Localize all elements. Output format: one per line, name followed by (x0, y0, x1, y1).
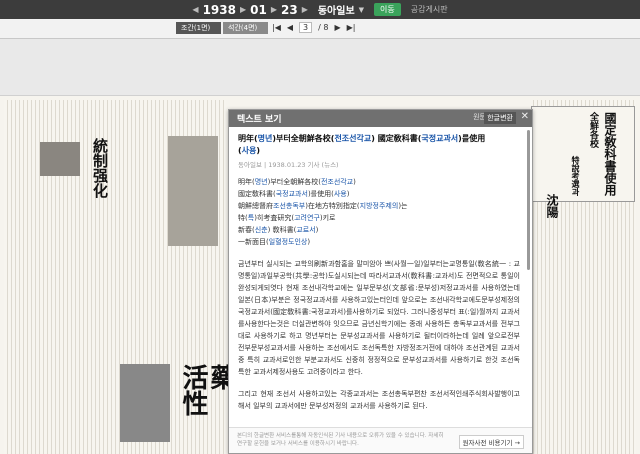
headline: 沈陽 (545, 194, 559, 218)
subheading-line: 國定敎科書(국정교과서)를使用(사용) (238, 188, 520, 200)
text: 特( (238, 214, 248, 222)
advert-image (120, 364, 170, 442)
headline: 特說考選과 (571, 156, 581, 196)
prev-page-icon[interactable]: ◀ (287, 23, 293, 32)
title-part: ) (256, 146, 261, 155)
last-page-icon[interactable]: ▶| (347, 23, 356, 32)
day-value[interactable]: 23 (281, 3, 298, 17)
text: 明年( (238, 178, 255, 186)
subheading-line: 朝鮮總督府조선총독부)在地方特別指定(지방정주제의)는 (238, 200, 520, 212)
text-view-dialog: 텍스트 보기 원문 한글변환 ✕ 明年(명년)부터全朝鮮各校(전조선각교) 國定… (228, 109, 533, 454)
prev-year-arrow-icon[interactable]: ◀ (192, 5, 198, 14)
title-part: 明年( (238, 134, 258, 143)
month-arrow-icon[interactable]: ▶ (271, 5, 277, 14)
text: 전조선각교 (320, 178, 354, 186)
dialog-body: 明年(명년)부터全朝鮮各校(전조선각교) 國定敎科書(국정교과서)를使用 (사용… (229, 127, 532, 427)
korean-convert-button[interactable]: 한글변환 (484, 112, 516, 124)
dialog-title: 텍스트 보기 (237, 115, 282, 125)
text: )히考査研究( (254, 214, 295, 222)
text: 國定敎科書( (238, 190, 276, 198)
footer-note: 본디의 한글변환 서비스를통해 자동인식된 기사 내용으로 오류가 있을 수 있… (237, 433, 444, 447)
title-part: ) 國定敎科書( (371, 134, 422, 143)
dialog-header: 텍스트 보기 원문 한글변환 ✕ (229, 110, 532, 127)
article-title: 明年(명년)부터全朝鮮各校(전조선각교) 國定敎科書(국정교과서)를使用 (사용… (238, 133, 520, 157)
dropdown-icon[interactable]: ▼ (359, 6, 364, 14)
text: 조선총독부 (273, 202, 306, 210)
newspaper-select[interactable]: 동아일보 (318, 2, 355, 17)
page-toolbar: 조간(1면) 석간(4면) |◀ ◀ 3 / 8 ▶ ▶| (0, 19, 640, 39)
community-link[interactable]: 공감게시판 (411, 4, 448, 15)
day-arrow-icon[interactable]: ▶ (302, 5, 308, 14)
text: 일혈정도인상 (268, 238, 308, 246)
title-part: 국정교과서 (421, 134, 459, 143)
text: 명년 (254, 178, 268, 186)
subheading-line: 新春(신춘) 敎科書(교료서) (238, 224, 520, 236)
text: 고려연구 (294, 214, 320, 222)
text: ) 敎科書( (267, 226, 297, 234)
text: )는 (398, 202, 408, 210)
headline: 全鮮各校 (588, 112, 598, 148)
text: 사용 (333, 190, 347, 198)
total-pages: / 8 (318, 23, 329, 32)
text: 新春( (238, 226, 255, 234)
tab-morning-edition[interactable]: 조간(1면) (176, 22, 221, 34)
text: ) (346, 190, 350, 198)
news-photo (40, 142, 80, 176)
subheading-line: 特(특)히考査研究(고려연구)키로 (238, 212, 520, 224)
title-part: )부터全朝鮮各校( (272, 134, 335, 143)
dialog-scrollbar[interactable] (527, 130, 530, 270)
next-year-arrow-icon[interactable]: ▶ (240, 5, 246, 14)
text: )在地方特別指定( (305, 202, 360, 210)
top-nav-bar: ◀ 1938 ▶ 01 ▶ 23 ▶ 동아일보 ▼ 이동 공감게시판 (0, 0, 640, 19)
text: 교료서 (296, 226, 316, 234)
footer-action-button[interactable]: 원자사전 비용기기 → (458, 435, 524, 449)
title-part: 전조선각교 (334, 134, 372, 143)
text: 국정교과서 (275, 190, 308, 198)
text: 지방정주제의 (359, 202, 399, 210)
dialog-footer: 본디의 한글변환 서비스를통해 자동인식된 기사 내용으로 오류가 있을 수 있… (229, 427, 532, 453)
text: ) (353, 178, 356, 186)
thumbnail-area (0, 40, 640, 96)
title-part: 사용 (241, 146, 257, 155)
text: ) (307, 238, 311, 246)
close-icon[interactable]: ✕ (521, 111, 529, 122)
subheading-line: 一新面目(일혈정도인상) (238, 236, 520, 248)
title-part: 명년 (257, 134, 273, 143)
text: 一新面目( (238, 238, 269, 246)
article-meta: 동아일보 | 1938.01.23 기사 (뉴스) (238, 161, 339, 169)
text: 신춘 (254, 226, 268, 234)
tab-evening-edition[interactable]: 석간(4면) (223, 22, 268, 34)
text: )부터全朝鮮各校( (267, 178, 321, 186)
text: )키로 (319, 214, 336, 222)
text: )를使用( (307, 190, 334, 198)
subheading-line: 明年(명년)부터全朝鮮各校(전조선각교) (238, 176, 520, 188)
highlighted-article[interactable] (531, 106, 635, 202)
year-value: 1938 (202, 2, 236, 17)
article-paragraph: 그리고 현재 조선서 사용하고있는 각종교과서는 조선총독부편찬 조선서적인쇄주… (238, 390, 520, 410)
text: 朝鮮總督府 (238, 202, 273, 210)
headline: 國定敎科書使用 (603, 112, 617, 196)
headline: 活性 (178, 364, 208, 416)
headline: 統制强化 (91, 138, 109, 198)
go-button[interactable]: 이동 (374, 3, 401, 16)
page-pager: |◀ ◀ 3 / 8 ▶ ▶| (272, 22, 355, 33)
month-value[interactable]: 01 (250, 3, 267, 17)
news-photo (168, 136, 218, 246)
next-page-icon[interactable]: ▶ (334, 23, 340, 32)
article-paragraph: 금년부터 실시되는 교학의刷新과함홈을 말미암아 쁘(사월一일)일부터는교명통일… (238, 260, 520, 376)
current-page-input[interactable]: 3 (299, 22, 313, 33)
title-part: )를使用 (458, 134, 486, 143)
text: ) (315, 226, 319, 234)
first-page-icon[interactable]: |◀ (272, 23, 281, 32)
